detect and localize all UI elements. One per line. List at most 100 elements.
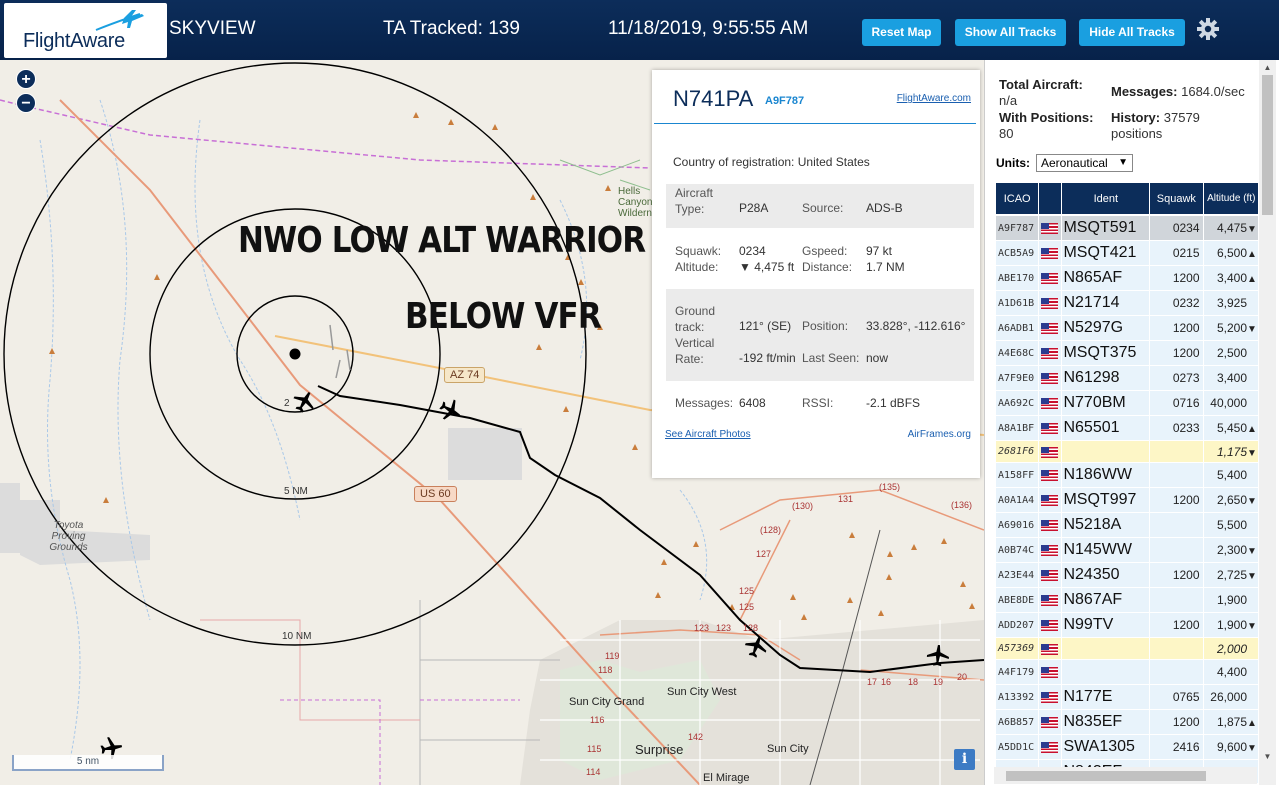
hide-all-tracks-button[interactable]: Hide All Tracks (1079, 19, 1185, 46)
cell-altitude: 2,725▼ (1203, 563, 1258, 588)
table-row[interactable]: A57369 2,000 (996, 638, 1258, 660)
zoom-out-button[interactable]: − (16, 93, 36, 113)
column-header-squawk[interactable]: Squawk (1150, 183, 1203, 216)
table-row[interactable]: A1D61B N21714 0232 3,925 (996, 291, 1258, 316)
us-flag-icon (1041, 323, 1059, 335)
column-header-ident[interactable]: Ident (1062, 183, 1150, 216)
table-row[interactable]: ADD207 N99TV 1200 1,900▼ (996, 613, 1258, 638)
cell-icao: ADD207 (996, 613, 1039, 638)
cell-ident: N24350 (1062, 563, 1150, 588)
table-row[interactable]: A8A1BF N65501 0233 5,450▲ (996, 416, 1258, 441)
table-row[interactable]: A5DD1C SWA1305 2416 9,600▼ (996, 735, 1258, 760)
column-header-flag[interactable] (1039, 183, 1062, 216)
cell-ident: N21714 (1062, 291, 1150, 316)
flightaware-logo[interactable]: FlightAware (4, 3, 167, 58)
table-row[interactable]: A0B74C N145WW 2,300▼ (996, 538, 1258, 563)
zoom-in-button[interactable]: + (16, 69, 36, 89)
reset-map-button[interactable]: Reset Map (862, 19, 941, 46)
table-row[interactable]: ABE170 N865AF 1200 3,400▲ (996, 266, 1258, 291)
altitude-value: 2,300 (1216, 543, 1247, 557)
cell-flag (1039, 463, 1062, 488)
table-row[interactable]: A9F787 MSQT591 0234 4,475▼ (996, 216, 1258, 241)
scroll-down-arrow-icon[interactable]: ▼ (1262, 752, 1273, 761)
column-header-altitude[interactable]: Altitude (ft) (1203, 183, 1258, 216)
total-aircraft-value: n/a (999, 93, 1018, 108)
table-row[interactable]: A6ADB1 N5297G 1200 5,200▼ (996, 316, 1258, 341)
cell-altitude: 6,500▲ (1203, 241, 1258, 266)
route-number: (130) (792, 501, 814, 511)
cell-squawk: 0273 (1150, 366, 1203, 391)
aircraft-type-value: P28A (739, 201, 769, 215)
cell-altitude: 3,400 (1203, 366, 1258, 391)
us-flag-icon (1041, 223, 1059, 235)
table-header-row: ICAO Ident Squawk Altitude (ft) (996, 183, 1258, 216)
chevron-down-icon: ▼ (1118, 157, 1128, 168)
us-flag-icon (1041, 570, 1059, 582)
airframes-link[interactable]: AirFrames.org (908, 429, 971, 440)
cell-ident: N865AF (1062, 266, 1150, 291)
range-ring-label-10: 10 NM (282, 631, 312, 642)
top-header: FlightAware SKYVIEW TA Tracked: 139 11/1… (0, 0, 1279, 60)
altitude-trend-icon: ▲ (1247, 249, 1257, 260)
table-row[interactable]: ABE8DE N867AF 1,900 (996, 588, 1258, 613)
altitude-value: 2,650 (1216, 493, 1247, 507)
column-header-icao[interactable]: ICAO (996, 183, 1039, 216)
cell-flag (1039, 660, 1062, 685)
table-row[interactable]: A158FF N186WW 5,400 (996, 463, 1258, 488)
messages-value: 6408 (739, 396, 766, 410)
cell-flag (1039, 291, 1062, 316)
cell-ident (1062, 441, 1150, 463)
aircraft-icon[interactable] (438, 398, 462, 422)
table-row[interactable]: A0A1A4 MSQT997 1200 2,650▼ (996, 488, 1258, 513)
us-flag-icon (1041, 643, 1059, 655)
show-all-tracks-button[interactable]: Show All Tracks (955, 19, 1066, 46)
table-row[interactable]: A6B857 N835EF 1200 1,875▲ (996, 710, 1258, 735)
table-row[interactable]: AA692C N770BM 0716 40,000 (996, 391, 1258, 416)
us-flag-icon (1041, 742, 1059, 754)
aircraft-icon-selected[interactable] (292, 390, 316, 414)
altitude-trend-icon: ▼ (1247, 447, 1257, 459)
aircraft-icon[interactable] (926, 644, 950, 668)
cell-squawk: 0215 (1150, 241, 1203, 266)
table-row[interactable]: A69016 N5218A 5,500 (996, 513, 1258, 538)
aircraft-icon[interactable] (744, 635, 768, 659)
cell-icao: A57369 (996, 638, 1039, 660)
aircraft-photos-link[interactable]: See Aircraft Photos (665, 429, 751, 440)
cell-flag (1039, 266, 1062, 291)
altitude-trend-icon: ▼ (1247, 324, 1257, 335)
rssi-value: -2.1 dBFS (866, 396, 921, 410)
cell-icao: A158FF (996, 463, 1039, 488)
table-row[interactable]: ACB5A9 MSQT421 0215 6,500▲ (996, 241, 1258, 266)
road-shield-az74: AZ 74 (444, 367, 486, 383)
horizontal-scrollbar-thumb[interactable] (1006, 771, 1206, 781)
cell-ident: N65501 (1062, 416, 1150, 441)
altitude-value: 26,000 (1210, 690, 1247, 704)
place-surprise: Surprise (635, 742, 684, 757)
position-value: 33.828°, -112.616° (866, 319, 966, 333)
aircraft-table-body: A9F787 MSQT591 0234 4,475▼ ACB5A9 MSQT421 0215… (996, 216, 1258, 783)
flightaware-link[interactable]: FlightAware.com (897, 93, 971, 104)
cell-altitude: 2,000 (1203, 638, 1258, 660)
table-row[interactable]: A7F9E0 N61298 0273 3,400 (996, 366, 1258, 391)
place-hells-canyon: Hells Canyon Wilderness (618, 186, 668, 219)
scroll-up-arrow-icon[interactable]: ▲ (1262, 63, 1273, 72)
table-row[interactable]: A23E44 N24350 1200 2,725▼ (996, 563, 1258, 588)
table-row[interactable]: A13392 N177E 0765 26,000 (996, 685, 1258, 710)
table-row[interactable]: A4F179 4,400 (996, 660, 1258, 685)
gear-icon[interactable] (1196, 17, 1220, 41)
cell-ident: N5218A (1062, 513, 1150, 538)
table-row[interactable]: 2681F6 1,175▼ (996, 441, 1258, 463)
altitude-value: 5,500 (1216, 518, 1247, 532)
range-ring-label-5: 5 NM (284, 486, 308, 497)
total-aircraft-stat: Total Aircraft: n/a (999, 77, 1109, 109)
cell-icao: A1D61B (996, 291, 1039, 316)
info-button[interactable]: i (954, 749, 975, 770)
vertical-scrollbar-thumb[interactable] (1262, 75, 1273, 215)
cell-ident (1062, 660, 1150, 685)
altitude-value: 5,200 (1216, 321, 1247, 335)
units-select[interactable]: Aeronautical ▼ (1036, 154, 1133, 172)
altitude-trend-icon: ▲ (1247, 424, 1257, 435)
table-row[interactable]: A4E68C MSQT375 1200 2,500 (996, 341, 1258, 366)
us-flag-icon (1041, 348, 1059, 360)
cell-ident: N145WW (1062, 538, 1150, 563)
